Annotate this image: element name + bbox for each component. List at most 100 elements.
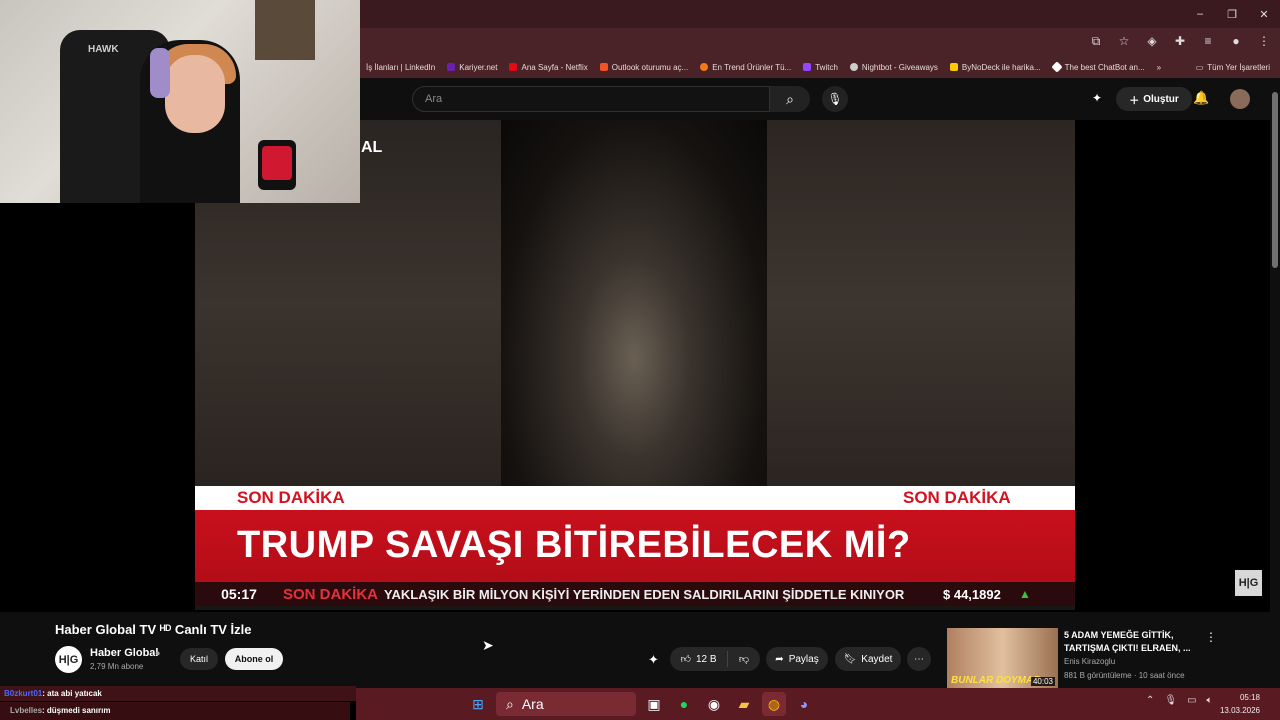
install-app-icon[interactable]: ⧉ (1088, 33, 1104, 49)
bookmark-twitch[interactable]: Twitch (797, 63, 844, 72)
start-button[interactable]: ⊞ (466, 692, 490, 716)
discord-button[interactable]: ◕ (792, 692, 816, 716)
sparkle-icon[interactable]: ✦ (1092, 91, 1102, 105)
tray-overflow-icon[interactable]: ⌃ (1146, 695, 1154, 706)
ticker-news: YAKLAŞIK BİR MİLYON KİŞİYİ YERİNDEN EDEN… (384, 586, 905, 602)
like-count: 12 B (695, 653, 717, 665)
bookmark-label: İş İlanları | LinkedIn (366, 62, 436, 72)
chrome-menu-icon[interactable]: ⋮ (1256, 33, 1272, 49)
video-duration: 40:03 (1030, 677, 1055, 686)
ask-sparkle-icon[interactable]: ✦ (648, 652, 659, 668)
search-input[interactable]: Ara (412, 86, 770, 112)
extensions-puzzle-icon[interactable]: ✚ (1172, 33, 1188, 49)
bookmark-nightbot[interactable]: Nightbot - Giveaways (844, 63, 944, 72)
extension-icon[interactable]: ◈ (1144, 33, 1160, 49)
create-button[interactable]: ＋ Oluştur (1116, 87, 1192, 111)
ticker-time: 05:17 (221, 586, 257, 602)
bookmarks-overflow-button[interactable]: » (1151, 63, 1167, 72)
thumbs-up-icon: 👍︎ (680, 654, 691, 665)
close-button[interactable]: ✕ (1248, 0, 1280, 28)
bookmark-label: Kariyer.net (459, 62, 498, 72)
subscribe-button[interactable]: Abone ol (225, 648, 283, 670)
obs-button[interactable]: ◉ (702, 692, 726, 716)
streamer-face (165, 55, 225, 133)
account-avatar[interactable] (1230, 89, 1250, 109)
bookmark-label: Twitch (815, 62, 838, 72)
bookmark-kariyer[interactable]: Kariyer.net (441, 63, 503, 72)
taskbar-clock[interactable]: 05:18 13.03.2026 (1220, 691, 1260, 717)
bookmark-trendyol[interactable]: En Trend Ürünler Tü... (694, 63, 797, 72)
subscriber-count: 2,79 Mn abone (90, 662, 144, 671)
recommended-title[interactable]: 5 ADAM YEMEĞE GİTTİK, TARTIŞMA ÇIKTI! EL… (1064, 629, 1194, 655)
create-label: Oluştur (1143, 93, 1179, 105)
spotify-icon: ● (679, 696, 689, 712)
currency-rate: $ 44,1892 (943, 586, 1001, 602)
up-arrow-icon: ▲ (1019, 587, 1031, 601)
microsoft-icon (599, 63, 608, 71)
maximize-button[interactable]: ❐ (1216, 0, 1248, 28)
clock-date: 13.03.2026 (1219, 706, 1260, 715)
task-view-button[interactable]: ▣ (642, 692, 666, 716)
bookmark-chatbot[interactable]: The best ChatBot an... (1047, 61, 1151, 73)
search-icon: ⌕ (786, 90, 794, 107)
bookmark-outlook[interactable]: Outlook oturumu aç... (594, 63, 694, 72)
share-label: Paylaş (788, 653, 819, 665)
trendyol-icon (700, 63, 709, 71)
scrollbar-thumb[interactable] (1272, 92, 1278, 268)
notifications-bell-icon[interactable]: 🔔 (1193, 90, 1209, 106)
channel-name[interactable]: Haber Global (90, 647, 158, 659)
bookmark-netflix[interactable]: Ana Sayfa - Netflix (503, 63, 593, 72)
bookmark-bynodeck[interactable]: ByNoDeck ile harika... (944, 63, 1047, 72)
search-icon: ⌕ (506, 695, 514, 712)
verified-icon: ● (155, 648, 161, 658)
file-explorer-button[interactable]: ▰ (732, 692, 756, 716)
join-button[interactable]: Katıl (180, 648, 218, 670)
bookmark-label: The best ChatBot an... (1064, 62, 1145, 72)
bynodeck-icon (949, 63, 958, 71)
chat-text: : ata abi yatıcak (42, 689, 102, 698)
chatbot-icon (1050, 61, 1063, 73)
plus-icon: ＋ (1129, 95, 1140, 107)
like-button[interactable]: 👍︎ 12 B (670, 651, 728, 667)
channel-avatar[interactable]: H|G (55, 646, 82, 673)
bookmark-linkedin[interactable]: İş İlanları | LinkedIn (360, 63, 441, 72)
recommended-meta: 881 B görüntüleme · 10 saat önce (1064, 671, 1185, 680)
bookmark-label: ByNoDeck ile harika... (961, 62, 1041, 72)
network-icon[interactable]: ▭ (1187, 695, 1196, 706)
mouse-cursor: ➤ (482, 637, 494, 653)
thumbs-down-icon: 👎︎ (738, 654, 750, 665)
bookmark-label: Nightbot - Giveaways (861, 62, 938, 72)
more-actions-button[interactable]: ⋯ (907, 647, 931, 671)
dislike-button[interactable]: 👎︎ (728, 653, 760, 665)
voice-search-button[interactable]: 🎙 (822, 86, 848, 112)
bookmarks-bar: İş İlanları | LinkedIn Kariyer.net Ana S… (360, 56, 1280, 78)
video-footage (501, 120, 767, 486)
media-control-icon[interactable]: ≡ (1200, 33, 1216, 49)
minimize-button[interactable]: – (1184, 0, 1216, 28)
save-button[interactable]: 🔖︎ Kaydet (835, 647, 901, 671)
share-button[interactable]: ➦ Paylaş (766, 647, 828, 671)
streamer-webcam: HAWK (0, 0, 360, 203)
chat-username: B0zkurt01 (4, 689, 43, 698)
recommended-channel[interactable]: Enis Kirazoglu (1064, 657, 1115, 666)
microphone-light (262, 146, 292, 180)
profile-avatar-icon[interactable]: ● (1228, 33, 1244, 49)
bookmark-star-icon[interactable]: ☆ (1116, 33, 1132, 49)
windows-icon: ⊞ (472, 695, 484, 712)
all-bookmarks-label: Tüm Yer İşaretleri (1207, 62, 1270, 72)
breaking-label-right: SON DAKİKA (903, 488, 1011, 507)
recommended-thumbnail[interactable]: BUNLAR DOYMAZ 40:03 (947, 628, 1058, 688)
folder-icon: ▰ (738, 695, 750, 712)
system-tray: ⌃ 🎙︎ ▭ 🔈︎ (1146, 695, 1213, 706)
all-bookmarks-folder[interactable]: ▭ Tüm Yer İşaretleri (1196, 56, 1270, 78)
chrome-button[interactable]: ◍ (762, 692, 786, 716)
recommended-menu-icon[interactable]: ⋮ (1205, 630, 1217, 644)
spotify-button[interactable]: ● (672, 692, 696, 716)
taskbar-search[interactable]: ⌕ Ara (496, 692, 636, 716)
breaking-label-left: SON DAKİKA (237, 488, 345, 507)
volume-icon[interactable]: 🔈︎ (1207, 695, 1213, 706)
page-scrollbar[interactable] (1270, 78, 1280, 688)
search-button[interactable]: ⌕ (770, 86, 810, 112)
microphone-tray-icon[interactable]: 🎙︎ (1164, 695, 1177, 706)
channel-watermark[interactable]: H|G (1235, 570, 1262, 596)
